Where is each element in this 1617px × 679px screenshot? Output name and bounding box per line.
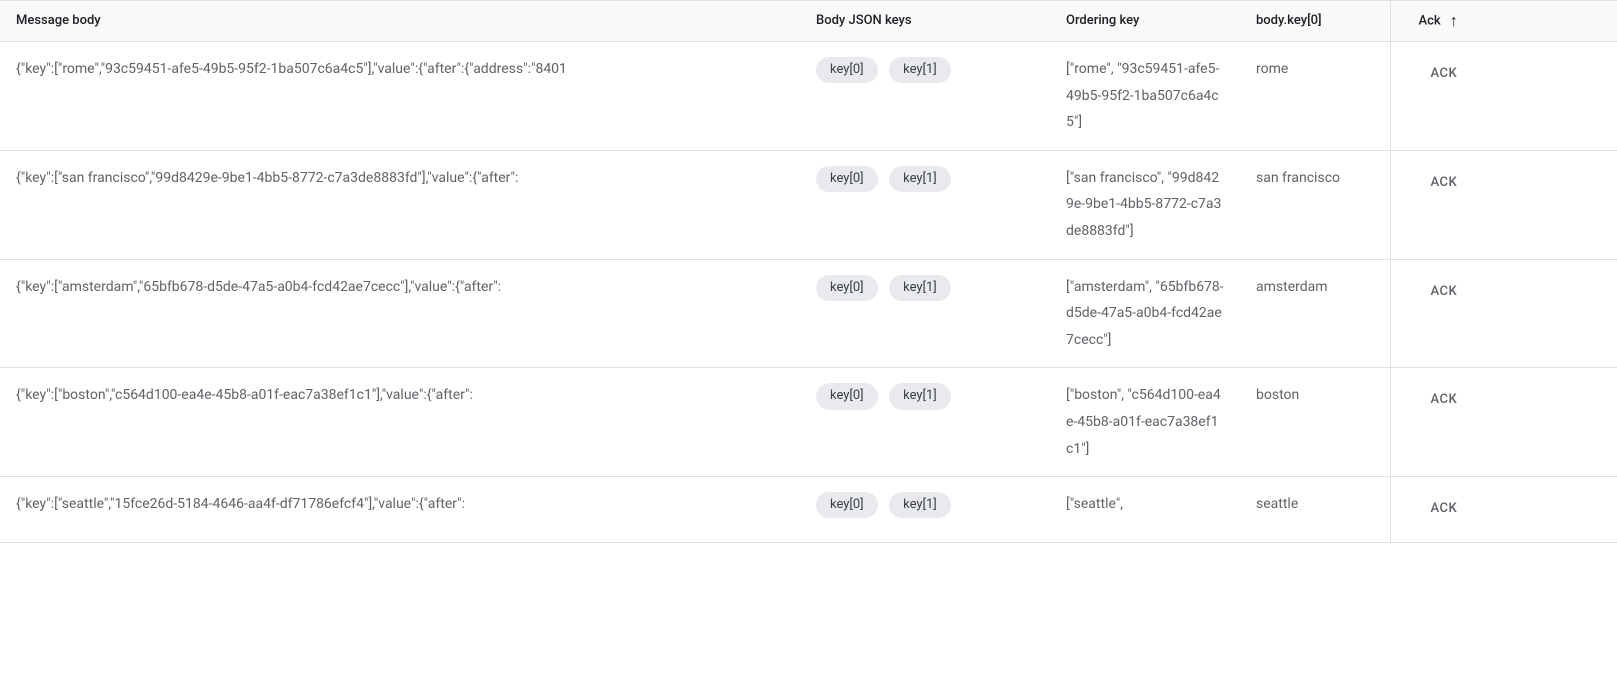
cell-json-keys: key[0] key[1] xyxy=(800,477,1050,543)
json-key-chip[interactable]: key[1] xyxy=(889,57,951,83)
header-label: Message body xyxy=(16,14,101,29)
body-key0-text: amsterdam xyxy=(1256,279,1328,295)
json-key-chip[interactable]: key[0] xyxy=(816,166,878,192)
header-label: Ack xyxy=(1419,14,1441,29)
header-body-json-keys[interactable]: Body JSON keys xyxy=(800,1,1050,42)
body-key0-text: rome xyxy=(1256,61,1288,77)
body-key0-text: san francisco xyxy=(1256,170,1340,186)
message-body-text: {"key":["boston","c564d100-ea4e-45b8-a01… xyxy=(16,387,473,403)
cell-body-key0: amsterdam xyxy=(1240,259,1390,368)
header-message-body[interactable]: Message body xyxy=(0,1,800,42)
cell-ack: ACK xyxy=(1390,150,1617,259)
sort-ascending-icon: ↑ xyxy=(1450,13,1458,29)
body-key0-text: boston xyxy=(1256,387,1299,403)
cell-json-keys: key[0] key[1] xyxy=(800,368,1050,477)
table-row: {"key":["san francisco","99d8429e-9be1-4… xyxy=(0,150,1617,259)
json-key-chip[interactable]: key[0] xyxy=(816,383,878,409)
cell-ordering-key: ["seattle", xyxy=(1050,477,1240,543)
ordering-key-text: ["seattle", xyxy=(1066,491,1224,518)
table-row: {"key":["seattle","15fce26d-5184-4646-aa… xyxy=(0,477,1617,543)
ordering-key-text: ["amsterdam", "65bfb678-d5de-47a5-a0b4-f… xyxy=(1066,274,1224,354)
cell-ordering-key: ["rome", "93c59451-afe5-49b5-95f2-1ba507… xyxy=(1050,42,1240,151)
cell-message-body: {"key":["amsterdam","65bfb678-d5de-47a5-… xyxy=(0,259,800,368)
json-key-chip[interactable]: key[1] xyxy=(889,383,951,409)
header-body-key0[interactable]: body.key[0] xyxy=(1240,1,1390,42)
message-body-text: {"key":["amsterdam","65bfb678-d5de-47a5-… xyxy=(16,279,501,295)
cell-json-keys: key[0] key[1] xyxy=(800,259,1050,368)
json-key-chip[interactable]: key[1] xyxy=(889,166,951,192)
cell-body-key0: rome xyxy=(1240,42,1390,151)
cell-body-key0: seattle xyxy=(1240,477,1390,543)
table-row: {"key":["rome","93c59451-afe5-49b5-95f2-… xyxy=(0,42,1617,151)
body-key0-text: seattle xyxy=(1256,496,1298,512)
message-body-text: {"key":["san francisco","99d8429e-9be1-4… xyxy=(16,170,518,186)
ack-button[interactable]: ACK xyxy=(1407,382,1482,419)
ack-button[interactable]: ACK xyxy=(1407,491,1482,528)
header-ordering-key[interactable]: Ordering key xyxy=(1050,1,1240,42)
json-key-chip[interactable]: key[1] xyxy=(889,492,951,518)
table-row: {"key":["boston","c564d100-ea4e-45b8-a01… xyxy=(0,368,1617,477)
cell-ordering-key: ["amsterdam", "65bfb678-d5de-47a5-a0b4-f… xyxy=(1050,259,1240,368)
cell-body-key0: boston xyxy=(1240,368,1390,477)
cell-json-keys: key[0] key[1] xyxy=(800,42,1050,151)
table-row: {"key":["amsterdam","65bfb678-d5de-47a5-… xyxy=(0,259,1617,368)
ordering-key-text: ["san francisco", "99d8429e-9be1-4bb5-87… xyxy=(1066,165,1224,245)
header-label: body.key[0] xyxy=(1256,14,1322,29)
ack-button[interactable]: ACK xyxy=(1407,165,1482,202)
table-header-row: Message body Body JSON keys Ordering key… xyxy=(0,1,1617,42)
json-key-chip[interactable]: key[1] xyxy=(889,275,951,301)
header-label: Ordering key xyxy=(1066,14,1139,29)
cell-body-key0: san francisco xyxy=(1240,150,1390,259)
cell-ack: ACK xyxy=(1390,259,1617,368)
cell-ordering-key: ["boston", "c564d100-ea4e-45b8-a01f-eac7… xyxy=(1050,368,1240,477)
json-key-chip[interactable]: key[0] xyxy=(816,275,878,301)
ack-button[interactable]: ACK xyxy=(1407,274,1482,311)
cell-ordering-key: ["san francisco", "99d8429e-9be1-4bb5-87… xyxy=(1050,150,1240,259)
cell-message-body: {"key":["seattle","15fce26d-5184-4646-aa… xyxy=(0,477,800,543)
ack-button[interactable]: ACK xyxy=(1407,56,1482,93)
messages-table: Message body Body JSON keys Ordering key… xyxy=(0,0,1617,543)
cell-ack: ACK xyxy=(1390,368,1617,477)
ordering-key-text: ["rome", "93c59451-afe5-49b5-95f2-1ba507… xyxy=(1066,56,1224,136)
header-label: Body JSON keys xyxy=(816,14,912,29)
header-ack[interactable]: Ack ↑ xyxy=(1390,1,1617,42)
cell-json-keys: key[0] key[1] xyxy=(800,150,1050,259)
json-key-chip[interactable]: key[0] xyxy=(816,492,878,518)
cell-ack: ACK xyxy=(1390,477,1617,543)
cell-message-body: {"key":["rome","93c59451-afe5-49b5-95f2-… xyxy=(0,42,800,151)
cell-ack: ACK xyxy=(1390,42,1617,151)
json-key-chip[interactable]: key[0] xyxy=(816,57,878,83)
ordering-key-text: ["boston", "c564d100-ea4e-45b8-a01f-eac7… xyxy=(1066,382,1224,462)
cell-message-body: {"key":["boston","c564d100-ea4e-45b8-a01… xyxy=(0,368,800,477)
message-body-text: {"key":["seattle","15fce26d-5184-4646-aa… xyxy=(16,496,465,512)
message-body-text: {"key":["rome","93c59451-afe5-49b5-95f2-… xyxy=(16,61,567,77)
cell-message-body: {"key":["san francisco","99d8429e-9be1-4… xyxy=(0,150,800,259)
